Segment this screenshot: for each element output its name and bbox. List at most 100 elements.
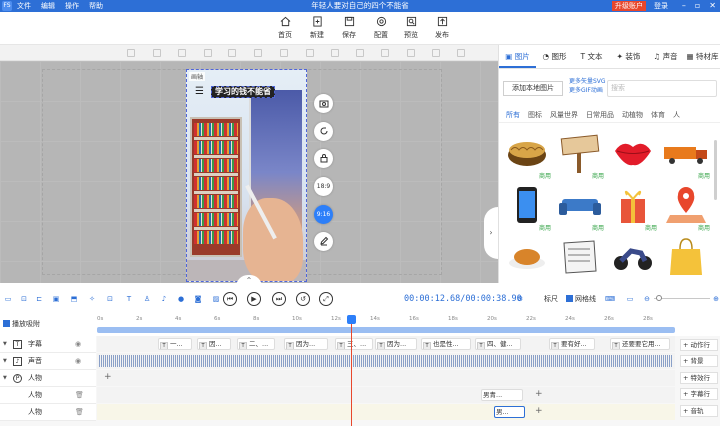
image-clip-icon[interactable]: ▨ <box>212 295 220 303</box>
snap-toggle[interactable]: 播放吸附 <box>3 319 40 329</box>
grid-checkbox[interactable] <box>566 295 573 302</box>
menu-action[interactable]: 操作 <box>65 0 79 12</box>
lock-button[interactable] <box>314 149 333 168</box>
align-right-icon[interactable] <box>178 49 186 57</box>
mic-icon[interactable]: ● <box>177 295 185 303</box>
category-people[interactable]: 人 <box>673 107 680 122</box>
tab-text[interactable]: T 文本 <box>573 45 610 68</box>
sticker-lips[interactable] <box>609 133 659 179</box>
subtitle-clip[interactable]: T 一... <box>158 338 192 350</box>
close-icon[interactable]: ✕ <box>709 0 716 12</box>
sticker-map-pin[interactable]: 商用 <box>662 185 712 232</box>
prev-frame-button[interactable]: ⏮ <box>223 292 237 306</box>
edit-button[interactable] <box>314 232 333 251</box>
new-button[interactable]: 新建 <box>302 16 332 40</box>
replay-button[interactable]: ↺ <box>296 292 310 306</box>
person-clip[interactable]: 男青... <box>481 389 523 401</box>
fullscreen-button[interactable]: ⤢ <box>319 292 333 306</box>
expand-icon[interactable]: ▼ <box>3 336 7 353</box>
settings-gear-icon[interactable]: ⚙ <box>516 295 524 303</box>
panel-collapse-button[interactable]: › <box>484 207 498 259</box>
ratio-9-16-button[interactable]: 9:16 <box>314 205 333 224</box>
track-person-sub-1[interactable]: 人物 🗑 <box>0 387 96 404</box>
subtitle-clip[interactable]: T 也是性... <box>421 338 471 350</box>
tab-shapes[interactable]: ◔ 图形 <box>536 45 573 68</box>
volume-icon[interactable]: ◉ <box>75 353 81 370</box>
add-action-row-button[interactable]: + 动作行 <box>680 339 718 351</box>
sticker-noodles[interactable]: 商用 <box>503 133 553 180</box>
canvas-caption[interactable]: 学习的钱不能省 <box>211 86 275 98</box>
add-effect-row-button[interactable]: + 特效行 <box>680 372 718 384</box>
clip-icon[interactable]: ⊡ <box>106 295 114 303</box>
asset-scrollbar[interactable] <box>714 140 717 200</box>
sticker-shopping-bag[interactable] <box>662 237 712 283</box>
menu-edit[interactable]: 编辑 <box>41 0 55 12</box>
tab-images[interactable]: ▣ 图片 <box>499 45 536 68</box>
config-button[interactable]: 配置 <box>366 16 396 40</box>
track-subtitle[interactable]: ▼ T 字幕 ◉ <box>0 336 96 353</box>
subtitle-clip[interactable]: T 因为... <box>284 338 328 350</box>
menu-help[interactable]: 帮助 <box>89 0 103 12</box>
playhead[interactable] <box>347 315 356 426</box>
next-frame-button[interactable]: ⏭ <box>272 292 286 306</box>
more-gif-link[interactable]: 更多GIF动画 <box>569 86 606 95</box>
home-button[interactable]: 首页 <box>270 16 300 40</box>
split-icon[interactable]: ⊏ <box>35 295 43 303</box>
delete-icon[interactable] <box>457 49 465 57</box>
ruler-toggle[interactable]: 标尺 <box>544 294 558 304</box>
upgrade-button[interactable]: 升级账户 <box>612 1 646 11</box>
sticker-signboard[interactable]: 商用 <box>556 133 606 180</box>
subtitle-clip[interactable]: T 四、健... <box>475 338 521 350</box>
timeline-range-bar[interactable] <box>97 327 675 333</box>
zoom-knob[interactable] <box>656 295 662 301</box>
align-center-icon[interactable] <box>153 49 161 57</box>
ratio-18-9-button[interactable]: 18:9 <box>314 177 333 196</box>
audio-waveform[interactable] <box>99 355 673 367</box>
rotate-button[interactable] <box>314 122 333 141</box>
zoom-out-icon[interactable]: ⊖ <box>643 295 651 303</box>
category-daily[interactable]: 日常用品 <box>586 107 614 122</box>
category-animals[interactable]: 动植物 <box>622 107 643 122</box>
track-person[interactable]: ▼ P 人物 <box>0 370 96 387</box>
trash-icon[interactable]: 🗑 <box>75 387 84 404</box>
add-person-icon[interactable]: + <box>104 372 112 382</box>
add-action-icon[interactable]: + <box>535 406 543 416</box>
align-bottom-icon[interactable] <box>254 49 262 57</box>
tab-sound[interactable]: ♫ 声音 <box>647 45 684 68</box>
playhead-handle[interactable] <box>347 315 356 324</box>
sticker-truck[interactable]: 商用 <box>662 133 712 180</box>
group-icon[interactable] <box>331 49 339 57</box>
person-clip[interactable]: 男... <box>494 406 525 418</box>
align-top-icon[interactable] <box>204 49 212 57</box>
sticker-paper[interactable] <box>556 237 606 283</box>
add-local-image-button[interactable]: 添加本地图片 <box>503 81 563 96</box>
fit-icon[interactable]: ▭ <box>626 295 634 303</box>
copy-icon[interactable] <box>432 49 440 57</box>
add-background-button[interactable]: + 背景 <box>680 355 718 367</box>
zoom-in-icon[interactable]: ⊕ <box>712 295 720 303</box>
subtitle-clip[interactable]: T 要有好... <box>549 338 595 350</box>
subtitle-clip[interactable]: T 还要要它用... <box>610 338 670 350</box>
stage-canvas[interactable]: 画轴 ☰ 学习的钱不能省 18:9 9:16 › <box>0 61 498 283</box>
trash-icon[interactable]: 🗑 <box>75 404 84 421</box>
magic-icon[interactable]: ✧ <box>88 295 96 303</box>
add-action-icon[interactable]: + <box>535 389 543 399</box>
audio-icon[interactable]: ♪ <box>160 295 168 303</box>
ungroup-icon[interactable] <box>356 49 364 57</box>
crop-icon[interactable]: ⊡ <box>20 295 28 303</box>
keyboard-icon[interactable]: ⌨ <box>605 295 615 303</box>
scene-preview[interactable]: 画轴 ☰ 学习的钱不能省 <box>186 69 307 282</box>
sticker-gift[interactable]: 商用 <box>609 185 659 232</box>
play-button[interactable]: ▶ <box>247 292 261 306</box>
sticker-sofa[interactable]: 商用 <box>556 185 606 232</box>
distribute-h-icon[interactable] <box>280 49 288 57</box>
record-icon[interactable]: ◙ <box>194 295 202 303</box>
maximize-icon[interactable]: ▫ <box>695 0 700 12</box>
expand-icon[interactable]: ▼ <box>3 353 7 370</box>
sticker-phone[interactable]: 商用 <box>503 185 553 232</box>
subtitle-clip[interactable]: T 三、... <box>335 338 373 350</box>
menu-file[interactable]: 文件 <box>17 0 31 12</box>
zoom-slider[interactable] <box>654 295 710 301</box>
snap-checkbox[interactable] <box>3 320 10 327</box>
expand-icon[interactable]: ▼ <box>3 370 7 387</box>
